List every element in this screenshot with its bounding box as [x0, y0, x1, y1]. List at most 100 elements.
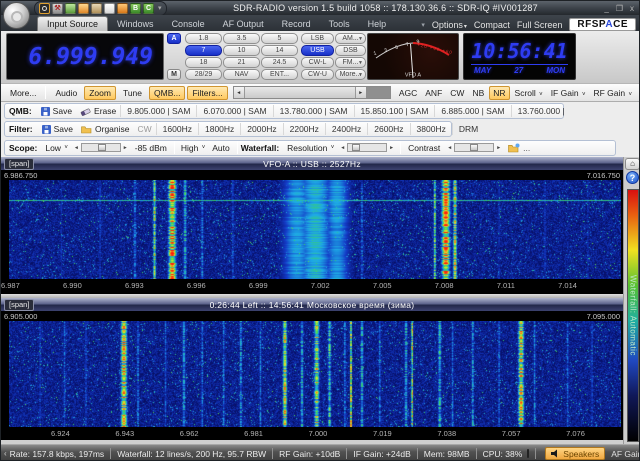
waterfall-contrast-slider[interactable]: ◄ ► — [447, 143, 501, 152]
slider-right-arrow-icon[interactable]: ► — [496, 145, 501, 151]
band-1_8-button[interactable]: 1.8 — [185, 33, 222, 44]
band-28-button[interactable]: 28/29 — [185, 69, 222, 80]
filter-1800[interactable]: 1800Hz — [198, 123, 240, 135]
minimize-button[interactable]: _ — [604, 4, 608, 13]
power-icon[interactable] — [39, 3, 50, 14]
filter-2600[interactable]: 2600Hz — [367, 123, 409, 135]
band-7-button[interactable]: 7 — [185, 45, 222, 56]
mode-am-button[interactable]: AM...▼ — [335, 33, 366, 44]
band-21-button[interactable]: 21 — [223, 57, 260, 68]
scope-auto-button[interactable]: Auto — [209, 142, 233, 154]
filter-2400[interactable]: 2400Hz — [325, 123, 367, 135]
zoom-slider[interactable]: ◄ ► — [233, 86, 391, 99]
options-menu[interactable]: Options▾ — [432, 20, 467, 30]
band-3_5-button[interactable]: 3.5 — [223, 33, 260, 44]
waterfall-2-header[interactable]: 0:26:44 Left :: 14:56:41 Московское врем… — [1, 298, 623, 311]
slider-left-arrow-icon[interactable]: ◄ — [234, 87, 245, 98]
slider-left-arrow-icon[interactable]: ◄ — [447, 145, 452, 151]
waterfall-scheme-button[interactable]: ... — [504, 142, 534, 154]
tab-tools[interactable]: Tools — [320, 16, 359, 31]
app-menu-button[interactable] — [3, 2, 30, 29]
collapse-panel-button[interactable]: ⌂ — [625, 158, 640, 170]
qmb-memory-3[interactable]: 13.780.000 | SAM — [273, 105, 354, 117]
tab-af-output[interactable]: AF Output — [214, 16, 273, 31]
waterfall-1-header[interactable]: VFO-A :: USB :: 2527Hz [span] — [1, 157, 623, 170]
calendar-icon[interactable] — [78, 3, 89, 14]
slider-thumb[interactable] — [470, 144, 478, 151]
waterfall-resolution-slider[interactable]: ◄ ► — [340, 143, 394, 152]
qmb-memory-2[interactable]: 6.070.000 | SAM — [196, 105, 272, 117]
slider-thumb[interactable] — [352, 144, 360, 151]
qmb-save-button[interactable]: Save — [37, 105, 76, 117]
filter-2000[interactable]: 2000Hz — [240, 123, 282, 135]
slider-left-arrow-icon[interactable]: ◄ — [74, 145, 79, 151]
tune-button[interactable]: Tune — [118, 86, 147, 100]
mode-fm-button[interactable]: FM...▼ — [335, 57, 366, 68]
qmb-memory-6[interactable]: 13.760.000 | — [511, 105, 571, 117]
mode-cwl-button[interactable]: CW-L — [301, 57, 334, 68]
home-icon[interactable] — [117, 3, 128, 14]
slider-right-arrow-icon[interactable]: ► — [389, 145, 394, 151]
qmb-memory-5[interactable]: 6.885.000 | SAM — [434, 105, 510, 117]
maximize-button[interactable]: ❐ — [616, 4, 623, 13]
tab-help[interactable]: Help — [359, 16, 396, 31]
close-button[interactable]: x — [630, 4, 634, 13]
rf-gain-dropdown[interactable]: RF Gain ˅ — [590, 87, 635, 99]
memory-button[interactable]: M — [167, 69, 181, 80]
collapse-ribbon-icon[interactable]: ▾ — [421, 21, 425, 29]
display-icon[interactable] — [65, 3, 76, 14]
band-nav-button[interactable]: NAV — [223, 69, 260, 80]
organiser-icon[interactable] — [91, 3, 102, 14]
waterfall-resolution-dropdown[interactable]: Resolution ˅ — [284, 142, 337, 154]
frequency-display[interactable]: 6.999.949 — [6, 33, 164, 80]
compact-button[interactable]: Compact — [474, 20, 510, 30]
more-button[interactable]: More... — [5, 86, 41, 100]
waterfall-color-legend[interactable]: Waterfall: Automatic — [627, 189, 639, 442]
tab-input-source[interactable]: Input Source — [37, 16, 108, 31]
filter-3800[interactable]: 3800Hz — [410, 123, 452, 135]
help-icon[interactable]: ? — [626, 171, 639, 184]
waterfall-1-display[interactable] — [9, 180, 621, 279]
fullscreen-button[interactable]: Full Screen — [517, 20, 563, 30]
slider-right-arrow-icon[interactable]: ► — [355, 87, 366, 98]
scope-low-dropdown[interactable]: Low ˅ — [42, 142, 70, 154]
tab-windows[interactable]: Windows — [108, 16, 163, 31]
slider-right-arrow-icon[interactable]: ► — [123, 145, 128, 151]
zoom-button[interactable]: Zoom — [84, 86, 116, 100]
slider-left-arrow-icon[interactable]: ◄ — [340, 145, 345, 151]
af-gain-button[interactable]: AF Gain — [611, 449, 639, 459]
band-18-button[interactable]: 18 — [185, 57, 222, 68]
filter-organise-button[interactable]: Organise — [77, 123, 134, 135]
filter-drm[interactable]: DRM — [452, 123, 484, 135]
agc-toggle[interactable]: AGC — [396, 87, 420, 99]
slider-thumb[interactable] — [98, 144, 106, 151]
band-14-button[interactable]: 14 — [261, 45, 298, 56]
status-left-arrow-icon[interactable]: ‹ — [4, 449, 7, 458]
tab-console[interactable]: Console — [163, 16, 214, 31]
mode-lsb-button[interactable]: LSB — [301, 33, 334, 44]
nb-toggle[interactable]: NB — [469, 87, 487, 99]
document-icon[interactable] — [104, 3, 115, 14]
band-5-button[interactable]: 5 — [261, 33, 298, 44]
waterfall-2-display[interactable] — [9, 321, 621, 427]
mode-dsb-button[interactable]: DSB — [335, 45, 366, 56]
band-10-button[interactable]: 10 — [223, 45, 260, 56]
filter-cw-button[interactable]: CW — [134, 123, 156, 135]
band-24_5-button[interactable]: 24.5 — [261, 57, 298, 68]
qmb-erase-button[interactable]: Erase — [76, 105, 120, 117]
mode-more-button[interactable]: More...▼ — [335, 69, 366, 80]
tools-icon[interactable]: ⚒ — [52, 3, 63, 14]
mode-cwu-button[interactable]: CW-U — [301, 69, 334, 80]
audio-button[interactable]: Audio — [50, 86, 82, 100]
vfo-b-button[interactable]: B — [130, 3, 141, 14]
speakers-button[interactable]: Speakers — [545, 447, 605, 460]
if-gain-dropdown[interactable]: IF Gain ˅ — [548, 87, 589, 99]
filter-save-button[interactable]: Save — [38, 123, 77, 135]
nr-toggle[interactable]: NR — [489, 86, 509, 100]
scope-high-dropdown[interactable]: High ˅ — [178, 142, 208, 154]
filter-2200[interactable]: 2200Hz — [283, 123, 325, 135]
band-ent-button[interactable]: ENT... — [261, 69, 298, 80]
zoom-slider-thumb[interactable] — [245, 87, 355, 98]
scroll-dropdown[interactable]: Scroll ˅ — [512, 87, 546, 99]
filters-button[interactable]: Filters... — [187, 86, 227, 100]
